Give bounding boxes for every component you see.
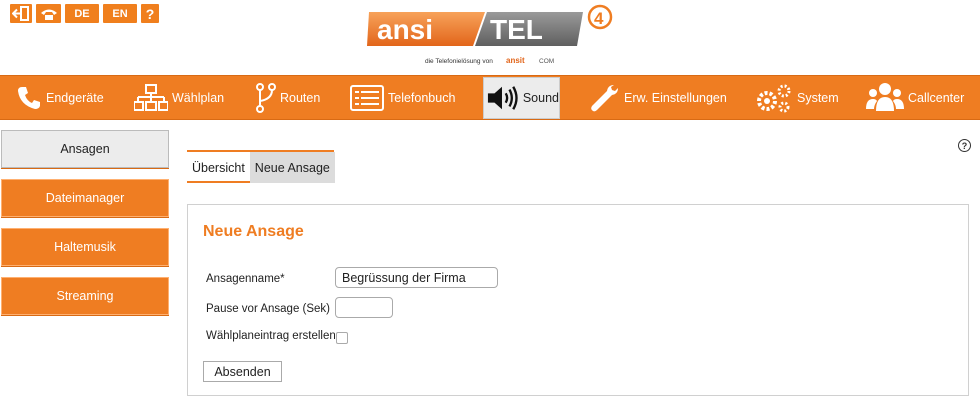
logo-version: 4 — [594, 9, 604, 28]
logo-brand: ansit — [506, 56, 525, 65]
language-de-label: DE — [74, 7, 90, 20]
speaker-icon — [487, 86, 518, 110]
language-en-button[interactable]: EN — [103, 4, 137, 23]
tab-label: Übersicht — [192, 160, 245, 175]
ansitel-logo: ansi TEL 4 die Telefonielösung von ansit… — [365, 4, 620, 72]
nav-item-telefonbuch[interactable]: Telefonbuch — [350, 76, 455, 119]
phone-icon — [40, 9, 57, 20]
nav-item-endgeraete[interactable]: Endgeräte — [16, 76, 104, 119]
logo-brand-suffix: COM — [539, 58, 554, 65]
sidebar-item-label: Ansagen — [60, 142, 110, 156]
help-label: ? — [145, 5, 155, 22]
hierarchy-icon — [134, 83, 168, 111]
logout-icon — [12, 6, 29, 21]
nav-item-routen[interactable]: Routen — [256, 76, 320, 119]
dialplan-entry-label: Wählplaneintrag erstellen — [206, 330, 336, 342]
nav-item-erw-einstellungen[interactable]: Erw. Einstellungen — [588, 76, 727, 119]
nav-item-label: System — [797, 90, 839, 105]
nav-item-sound[interactable]: Sound — [483, 77, 560, 119]
sidebar-item-label: Dateimanager — [45, 191, 125, 205]
help-icon[interactable]: ? — [958, 139, 971, 152]
nav-item-label: Callcenter — [908, 90, 965, 105]
gears-icon — [757, 84, 791, 112]
main-navbar: Endgeräte Wählplan Routen Telefonbuch So… — [0, 75, 980, 120]
submit-button[interactable]: Absenden — [203, 361, 282, 382]
pause-input[interactable] — [335, 297, 393, 318]
logo-text-tel: TEL — [490, 14, 543, 45]
nav-item-label: Telefonbuch — [388, 90, 456, 105]
logo-graphic: ansi TEL 4 die Telefonielösung von ansit… — [367, 4, 613, 65]
wrench-icon — [591, 84, 618, 111]
tab-uebersicht[interactable]: Übersicht — [187, 152, 250, 183]
nav-item-label: Endgeräte — [46, 90, 104, 105]
new-announcement-panel: Neue Ansage Ansagenname* Pause vor Ansag… — [187, 204, 969, 396]
language-de-button[interactable]: DE — [65, 4, 99, 23]
tab-neue-ansage[interactable]: Neue Ansage — [249, 152, 335, 183]
announcement-name-label: Ansagenname* — [206, 273, 285, 285]
sidebar-item-label: Streaming — [56, 289, 114, 303]
logo-text-ansi: ansi — [377, 14, 433, 45]
dialplan-entry-checkbox[interactable] — [336, 332, 348, 344]
phone-icon — [18, 86, 40, 109]
top-toolbar: DE EN ? — [10, 4, 159, 23]
panel-title: Neue Ansage — [203, 223, 304, 240]
logo-tagline: die Telefonielösung von — [425, 58, 493, 65]
tab-label: Neue Ansage — [254, 160, 330, 175]
nav-item-label: Sound — [522, 91, 559, 105]
announcement-name-input[interactable] — [335, 267, 498, 288]
language-en-label: EN — [112, 7, 128, 20]
sidebar-item-label: Haltemusik — [54, 240, 116, 254]
nav-item-label: Erw. Einstellungen — [624, 90, 727, 105]
help-button[interactable]: ? — [141, 4, 159, 23]
help-icon-label: ? — [961, 140, 968, 151]
submit-label: Absenden — [214, 364, 271, 379]
route-icon — [256, 82, 276, 113]
phone-button[interactable] — [36, 4, 61, 23]
users-icon — [866, 82, 904, 111]
phonebook-icon — [350, 84, 384, 111]
nav-item-callcenter[interactable]: Callcenter — [866, 76, 964, 119]
logout-button[interactable] — [10, 4, 32, 23]
nav-item-system[interactable]: System — [755, 76, 839, 119]
tab-bar: Übersicht Neue Ansage — [187, 150, 335, 183]
pause-label: Pause vor Ansage (Sek) — [206, 303, 331, 315]
nav-item-label: Routen — [280, 90, 321, 105]
sidebar-item-streaming[interactable]: Streaming — [1, 277, 169, 315]
sidebar-item-dateimanager[interactable]: Dateimanager — [1, 179, 169, 217]
nav-item-waehlplan[interactable]: Wählplan — [134, 76, 224, 119]
nav-item-label: Wählplan — [172, 90, 225, 105]
sidebar-item-ansagen[interactable]: Ansagen — [1, 130, 169, 168]
sidebar-item-haltemusik[interactable]: Haltemusik — [1, 228, 169, 266]
